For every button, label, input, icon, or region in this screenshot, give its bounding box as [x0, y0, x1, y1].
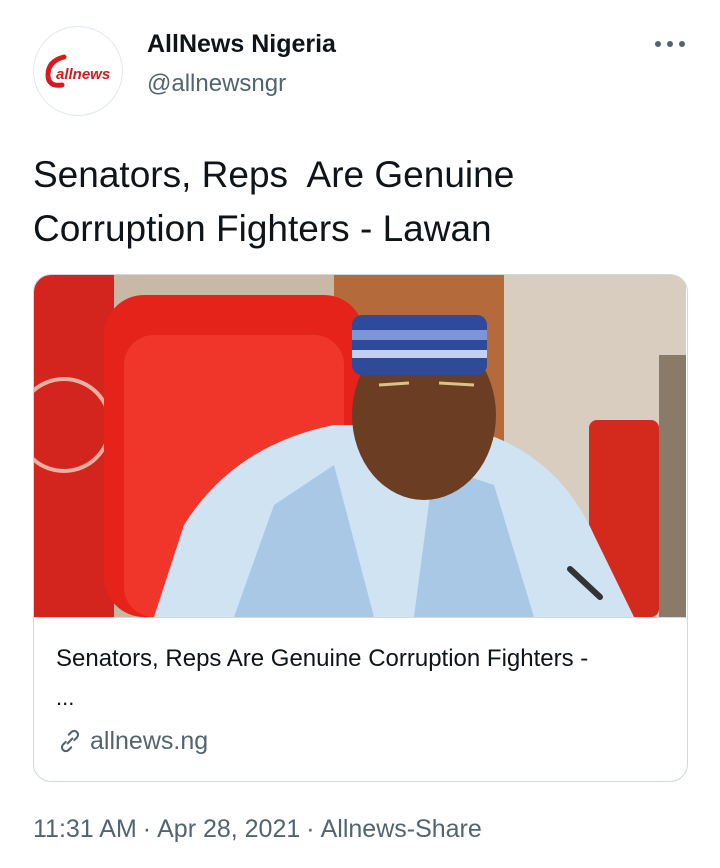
- link-card[interactable]: Senators, Reps Are Genuine Corruption Fi…: [33, 274, 688, 782]
- more-horizontal-icon: [655, 41, 685, 47]
- tweet-time[interactable]: 11:31 AM: [33, 815, 137, 843]
- card-domain-text: allnews.ng: [90, 726, 209, 755]
- tweet-header: allnews AllNews Nigeria @allnewsngr: [0, 0, 720, 120]
- card-image[interactable]: [34, 275, 686, 618]
- allnews-logo: allnews: [45, 54, 110, 88]
- tweet-source[interactable]: Allnews-Share: [321, 815, 482, 843]
- card-photo: [34, 275, 686, 617]
- meta-separator: ·: [306, 815, 315, 843]
- tweet-date[interactable]: Apr 28, 2021: [157, 815, 300, 843]
- card-title[interactable]: Senators, Reps Are Genuine Corruption Fi…: [56, 645, 676, 673]
- author-handle[interactable]: @allnewsngr: [147, 70, 286, 98]
- tweet-text: Senators, Reps Are Genuine Corruption Fi…: [33, 154, 515, 249]
- link-icon: [60, 729, 80, 753]
- more-options-button[interactable]: [652, 32, 688, 56]
- meta-separator: ·: [142, 815, 152, 843]
- author-avatar[interactable]: allnews: [33, 26, 123, 116]
- card-domain[interactable]: allnews.ng: [56, 725, 208, 757]
- avatar-logo-text: allnews: [56, 66, 110, 83]
- card-description: ...: [56, 685, 75, 710]
- tweet-meta: 11:31 AM · Apr 28, 2021 · Allnews-Share: [33, 815, 482, 844]
- author-display-name[interactable]: AllNews Nigeria: [147, 30, 336, 59]
